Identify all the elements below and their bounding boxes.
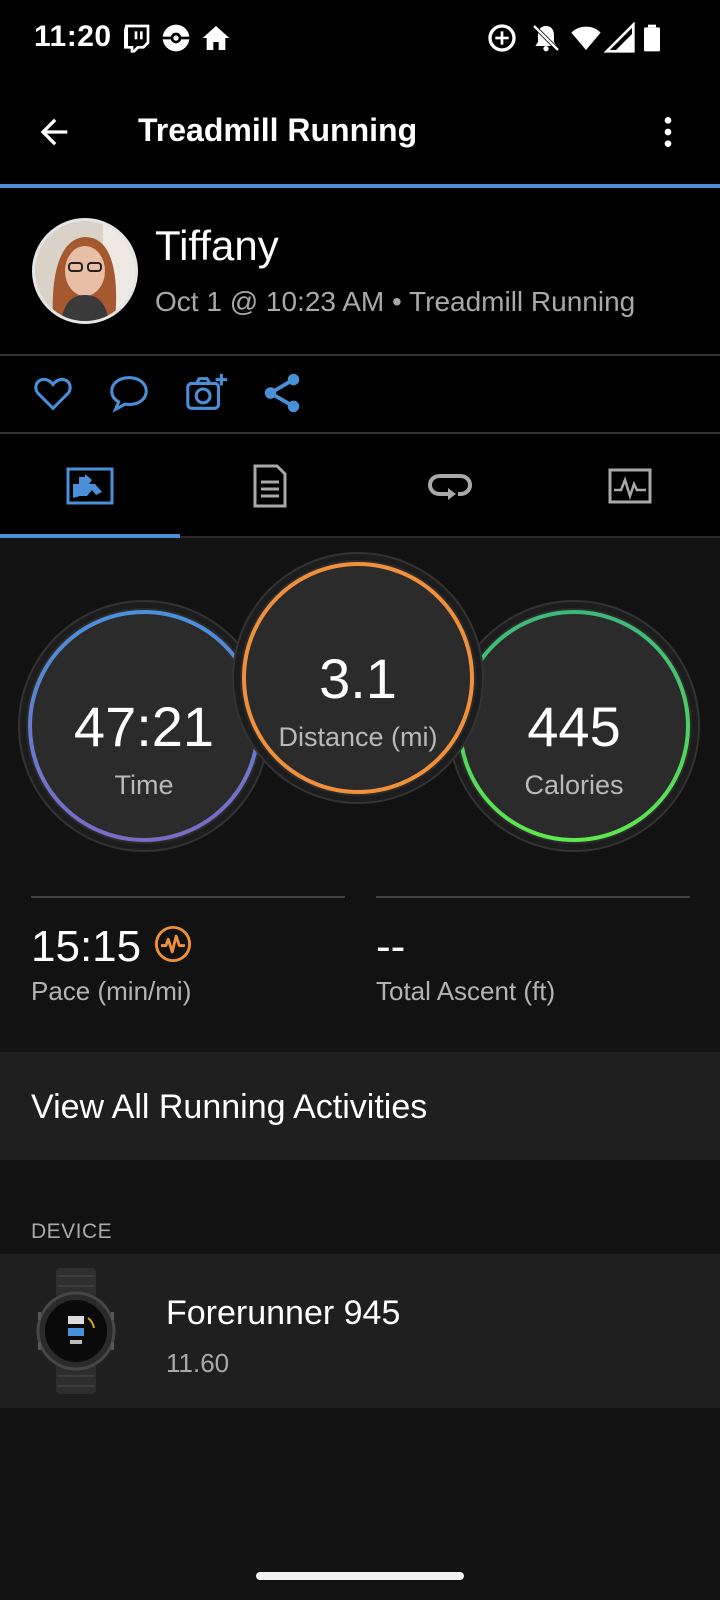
wifi-icon — [571, 26, 601, 50]
charts-tab-icon — [608, 468, 652, 504]
user-name: Tiffany — [155, 222, 279, 269]
tab-overview[interactable] — [0, 434, 180, 538]
distance-stat-circle: 3.1 Distance (mi) — [240, 560, 476, 796]
social-actions — [0, 356, 720, 432]
status-time: 11:20 — [34, 20, 112, 53]
bell-off-icon — [532, 24, 560, 52]
home-icon — [202, 26, 230, 50]
activity-tabs — [0, 434, 720, 538]
pokeball-icon — [162, 24, 190, 52]
activity-subtitle: Oct 1 @ 10:23 AM • Treadmill Running — [155, 286, 636, 317]
device-version: 11.60 — [166, 1348, 230, 1378]
laps-tab-icon — [427, 474, 473, 500]
device-name: Forerunner 945 — [166, 1294, 401, 1332]
time-value: 47:21 — [73, 695, 215, 758]
tab-details[interactable] — [180, 434, 360, 538]
add-photo-icon[interactable] — [183, 370, 229, 416]
view-all-activities-row[interactable]: View All Running Activities — [0, 1052, 720, 1160]
more-vert-icon[interactable] — [648, 112, 688, 152]
share-icon[interactable] — [259, 370, 305, 416]
overview-tab-icon — [66, 467, 114, 505]
pace-pulse-icon[interactable] — [154, 925, 192, 963]
distance-label: Distance (mi) — [278, 722, 438, 752]
time-label: Time — [114, 770, 174, 800]
back-arrow-icon[interactable] — [34, 112, 74, 152]
app-bar: Treadmill Running — [0, 84, 720, 184]
page-title: Treadmill Running — [138, 112, 418, 148]
avatar[interactable] — [32, 218, 138, 324]
signal-icon — [604, 22, 635, 53]
calories-value: 445 — [527, 695, 621, 758]
tab-laps[interactable] — [360, 434, 540, 538]
battery-icon — [644, 24, 660, 52]
time-stat-circle: 47:21 Time — [26, 608, 262, 844]
status-bar: 11:20 — [0, 0, 720, 84]
distance-value: 3.1 — [319, 647, 397, 710]
watch-icon — [36, 1268, 116, 1394]
stats-panel: 47:21 Time 445 Calories 3.1 Distance (mi… — [0, 538, 720, 1052]
comment-icon[interactable] — [106, 370, 152, 416]
pace-label: Pace (min/mi) — [31, 976, 192, 1006]
twitch-icon — [124, 24, 150, 53]
tab-charts[interactable] — [540, 434, 720, 538]
divider — [376, 896, 690, 898]
pace-value: 15:15 — [31, 922, 142, 971]
device-section-label: DEVICE — [31, 1220, 113, 1243]
divider — [31, 896, 345, 898]
home-indicator[interactable] — [256, 1572, 464, 1580]
details-tab-icon — [253, 464, 287, 508]
view-all-activities-label: View All Running Activities — [31, 1088, 428, 1126]
ascent-label: Total Ascent (ft) — [376, 976, 556, 1006]
calories-stat-circle: 445 Calories — [456, 608, 692, 844]
calories-label: Calories — [524, 770, 624, 800]
activity-header: Tiffany Oct 1 @ 10:23 AM • Treadmill Run… — [0, 188, 720, 354]
like-icon[interactable] — [30, 370, 76, 416]
device-row[interactable]: Forerunner 945 11.60 — [0, 1254, 720, 1408]
ascent-value: -- — [376, 922, 406, 971]
data-saver-icon — [488, 24, 516, 52]
